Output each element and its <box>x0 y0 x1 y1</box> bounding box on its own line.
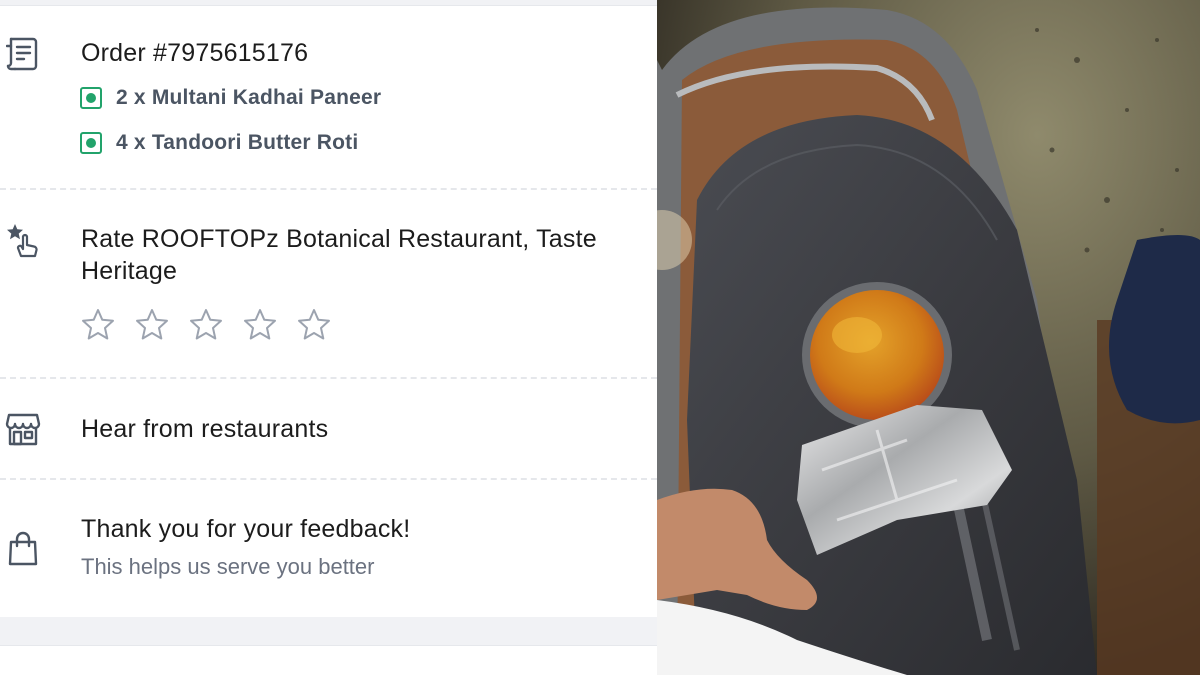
top-divider <box>0 0 657 6</box>
food-delivery-photo <box>657 0 1200 675</box>
star-4-icon[interactable] <box>242 307 278 343</box>
feedback-title: Thank you for your feedback! <box>81 515 411 543</box>
order-item: 2 x Multani Kadhai Paneer <box>80 86 381 110</box>
shopping-bag-icon <box>4 530 42 568</box>
storefront-icon <box>4 410 42 448</box>
order-number: Order #7975615176 <box>81 39 309 67</box>
section-gap <box>0 617 657 645</box>
order-item: 4 x Tandoori Butter Roti <box>80 131 358 155</box>
veg-indicator-icon <box>80 87 102 109</box>
feedback-subtitle: This helps us serve you better <box>81 554 375 579</box>
star-tap-icon <box>4 222 42 260</box>
next-card-edge <box>0 645 657 675</box>
hear-from-restaurants-label[interactable]: Hear from restaurants <box>81 413 328 445</box>
star-5-icon[interactable] <box>296 307 332 343</box>
section-divider <box>0 478 657 480</box>
receipt-icon <box>4 34 42 72</box>
star-3-icon[interactable] <box>188 307 224 343</box>
section-divider <box>0 188 657 190</box>
star-rating[interactable] <box>80 307 332 343</box>
order-item-label: 4 x Tandoori Butter Roti <box>116 131 359 154</box>
order-item-label: 2 x Multani Kadhai Paneer <box>116 86 382 109</box>
star-1-icon[interactable] <box>80 307 116 343</box>
order-details-panel: Order #7975615176 2 x Multani Kadhai Pan… <box>0 0 657 675</box>
rate-restaurant-title: Rate ROOFTOPz Botanical Restaurant, Tast… <box>81 225 597 253</box>
scooter-seat-photo <box>657 0 1200 675</box>
star-2-icon[interactable] <box>134 307 170 343</box>
rate-restaurant-title-cont: Heritage <box>81 257 178 285</box>
section-divider <box>0 377 657 379</box>
veg-indicator-icon <box>80 132 102 154</box>
